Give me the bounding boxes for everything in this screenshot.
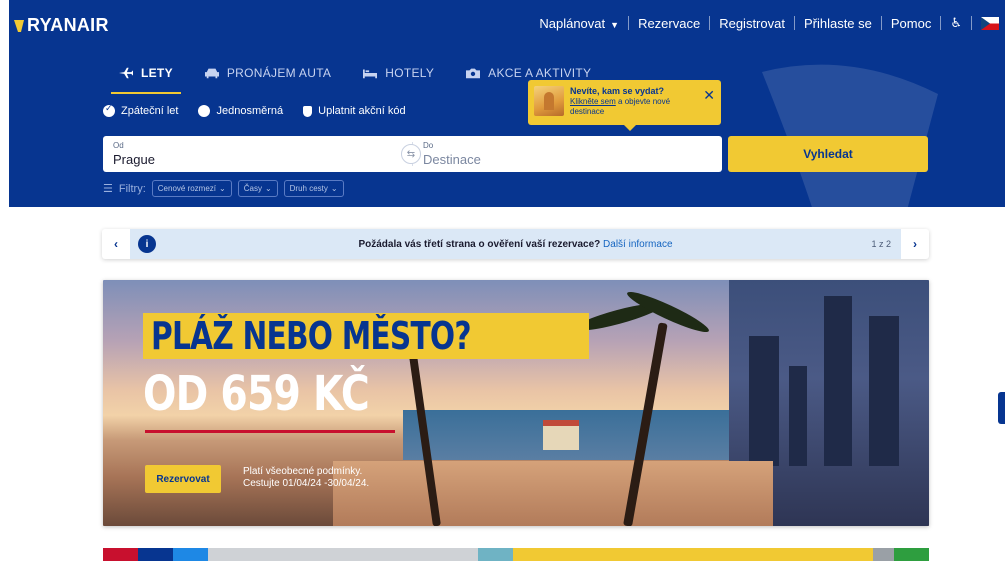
harp-logo-icon: [14, 19, 24, 32]
chevron-down-icon: ⌄: [219, 184, 226, 193]
filter-trip-type[interactable]: Druh cesty ⌄: [283, 180, 344, 197]
banner-beach: [333, 461, 773, 526]
notice-carousel: ‹ i Požádala vás třetí strana o ověření …: [102, 229, 929, 259]
notice-link[interactable]: Další informace: [603, 239, 672, 250]
nav-separator: [709, 16, 711, 30]
book-button[interactable]: Rezervovat: [145, 465, 221, 493]
to-field[interactable]: Do Destinace: [413, 136, 722, 172]
search-button[interactable]: Vyhledat: [728, 136, 928, 172]
nav-links: Naplánovat ▼ Rezervace Registrovat Přihla…: [539, 15, 999, 31]
nav-register[interactable]: Registrovat: [719, 16, 785, 31]
skyscraper: [749, 336, 779, 466]
tab-flights[interactable]: LETY: [103, 66, 189, 94]
plane-icon: [119, 67, 133, 79]
chevron-left-icon[interactable]: ‹: [102, 237, 130, 251]
strip-segment: [873, 548, 894, 561]
nav-login[interactable]: Přihlaste se: [804, 16, 872, 31]
from-label: Od: [113, 141, 124, 150]
nav-separator: [628, 16, 630, 30]
nav-separator: [940, 16, 942, 30]
czech-flag-icon[interactable]: [981, 16, 999, 30]
nav-separator: [880, 16, 882, 30]
bed-icon: [363, 69, 378, 79]
destination-tooltip: Nevíte, kam se vydat? Klikněte sem a obj…: [528, 80, 721, 131]
strip-segment: [138, 548, 173, 561]
skyscraper: [824, 296, 852, 466]
from-value: Prague: [113, 152, 155, 167]
chevron-right-icon[interactable]: ›: [901, 237, 929, 251]
headline-underline: [145, 430, 395, 433]
top-navigation: RYANAIR Naplánovat ▼ Rezervace Registrova…: [9, 0, 1005, 48]
filters-label: Filtry:: [118, 182, 146, 195]
swap-icon[interactable]: ⇆: [401, 144, 421, 164]
tab-hotels[interactable]: HOTELY: [347, 66, 450, 88]
banner-terms: Platí všeobecné podmínky. Cestujte 01/04…: [243, 466, 370, 489]
camera-icon: [466, 68, 481, 79]
notice-counter: 1 z 2: [871, 239, 891, 249]
to-placeholder: Destinace: [423, 152, 481, 167]
chevron-down-icon: ⌄: [330, 184, 338, 193]
page-left-margin: [0, 0, 9, 561]
chevron-down-icon: ⌄: [264, 184, 272, 193]
flight-search-box: Od Prague ⇆ Do Destinace: [103, 136, 722, 172]
tab-car-hire[interactable]: PRONÁJEM AUTA: [189, 66, 347, 88]
strip-segment: [478, 548, 513, 561]
strip-segment: [513, 548, 873, 561]
close-icon[interactable]: ✕: [703, 86, 715, 119]
accessibility-icon[interactable]: ♿: [950, 15, 962, 31]
filter-price-range[interactable]: Cenové rozmezí ⌄: [151, 180, 232, 197]
header: RYANAIR Naplánovat ▼ Rezervace Registrova…: [9, 0, 1005, 207]
destination-thumbnail: [534, 86, 564, 116]
logo-text: RYANAIR: [27, 15, 109, 35]
filters-row: ☰ Filtry: Cenové rozmezí ⌄ Časy ⌄ Druh ces…: [103, 180, 344, 197]
skyscraper: [869, 316, 899, 466]
strip-segment: [208, 548, 478, 561]
nav-separator: [971, 16, 972, 30]
banner-headline-2: OD 659 KČ: [143, 366, 370, 422]
feedback-side-tab[interactable]: [998, 392, 1005, 424]
nav-plan[interactable]: Naplánovat ▼: [539, 16, 619, 31]
filter-times[interactable]: Časy ⌄: [237, 180, 278, 197]
chevron-down-icon: ▼: [610, 19, 620, 30]
ryanair-logo[interactable]: RYANAIR: [13, 15, 109, 36]
to-label: Do: [423, 141, 434, 150]
banner-headline-1: PLÁŽ NEBO MĚSTO?: [143, 313, 589, 359]
strip-segment: [894, 548, 929, 561]
next-banner-strip: [103, 548, 929, 561]
nav-help[interactable]: Pomoc: [891, 16, 931, 31]
nav-separator: [793, 16, 795, 30]
radio-checked-icon: [103, 103, 115, 117]
nav-bookings[interactable]: Rezervace: [638, 16, 700, 31]
promo-banner[interactable]: PLÁŽ NEBO MĚSTO? OD 659 KČ Rezervovat Pl…: [103, 280, 929, 526]
oneway-trip-radio[interactable]: Jednosměrná: [198, 105, 283, 117]
shield-icon: [303, 105, 313, 117]
lifeguard-hut: [543, 420, 579, 450]
promo-code-link[interactable]: Uplatnit akční kód: [303, 105, 406, 117]
skyscraper: [789, 366, 807, 466]
harp-watermark-icon: [762, 64, 938, 207]
tooltip-text: Nevíte, kam se vydat? Klikněte sem a obj…: [570, 86, 697, 119]
strip-segment: [103, 548, 138, 561]
notice-bar: i Požádala vás třetí strana o ověření va…: [130, 229, 901, 259]
tooltip-title: Nevíte, kam se vydat?: [570, 86, 665, 96]
trip-options: Zpáteční let Jednosměrná Uplatnit akční …: [103, 103, 406, 117]
notice-text: Požádala vás třetí strana o ověření vaší…: [358, 238, 673, 250]
return-trip-radio[interactable]: Zpáteční let: [103, 103, 178, 117]
tooltip-link[interactable]: Klikněte sem: [570, 97, 616, 106]
sliders-icon: ☰: [103, 183, 113, 195]
car-icon: [204, 68, 219, 79]
radio-unchecked-icon: [198, 105, 211, 117]
from-field[interactable]: Od Prague: [103, 136, 412, 172]
strip-segment: [173, 548, 208, 561]
